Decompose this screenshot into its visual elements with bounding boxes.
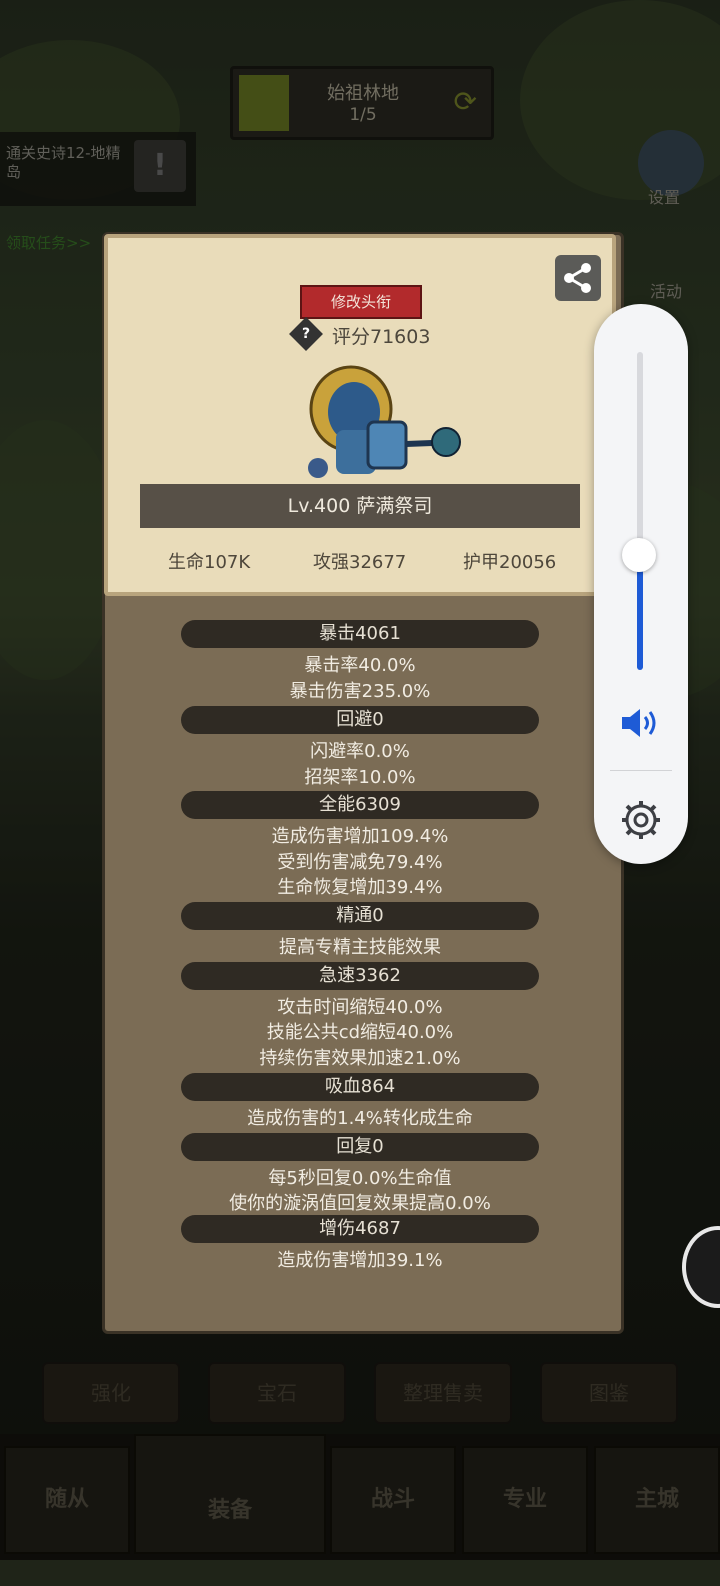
stat-hp: 生命107K: [168, 552, 251, 573]
hero-name-bar: Lv.400 萨满祭司: [140, 484, 580, 528]
sound-settings-gear-icon[interactable]: [619, 798, 663, 842]
section-versatility: 全能6309: [181, 791, 539, 819]
score-help-icon[interactable]: ?: [289, 317, 323, 351]
stat-armor: 护甲20056: [463, 552, 557, 573]
score-value: 评分71603: [332, 326, 431, 348]
healing-increase: 生命恢复增加39.4%: [277, 877, 443, 898]
stat-attack-power: 攻强32677: [313, 552, 407, 573]
section-damage-bonus: 增伤4687: [181, 1215, 539, 1243]
section-haste: 急速3362: [181, 962, 539, 990]
damage-bonus-effect: 造成伤害增加39.1%: [277, 1250, 443, 1271]
hero-portrait: [296, 364, 466, 486]
lifesteal-effect: 造成伤害的1.4%转化成生命: [247, 1108, 473, 1129]
rename-title-button[interactable]: 修改头衔: [300, 285, 422, 319]
vortex-regen: 使你的漩涡值回复效果提高0.0%: [229, 1193, 491, 1214]
mastery-effect: 提高专精主技能效果: [279, 937, 441, 958]
dodge-rate: 闪避率0.0%: [310, 741, 410, 762]
volume-panel: [594, 304, 688, 864]
regen-per-5s: 每5秒回复0.0%生命值: [268, 1168, 452, 1189]
dot-haste: 持续伤害效果加速21.0%: [259, 1048, 461, 1069]
damage-reduction: 受到伤害减免79.4%: [277, 852, 443, 873]
section-regen: 回复0: [181, 1133, 539, 1161]
speaker-icon[interactable]: [620, 706, 662, 740]
section-crit: 暴击4061: [181, 620, 539, 648]
attack-time-reduction: 攻击时间缩短40.0%: [277, 997, 443, 1018]
section-mastery: 精通0: [181, 902, 539, 930]
crit-damage: 暴击伤害235.0%: [289, 681, 431, 702]
share-icon[interactable]: [555, 255, 601, 301]
global-cd-reduction: 技能公共cd缩短40.0%: [266, 1022, 454, 1043]
volume-divider: [610, 770, 672, 771]
section-lifesteal: 吸血864: [181, 1073, 539, 1101]
section-avoidance: 回避0: [181, 706, 539, 734]
volume-slider-handle[interactable]: [622, 538, 656, 572]
volume-slider-fill: [637, 556, 643, 670]
parry-rate: 招架率10.0%: [304, 767, 416, 788]
crit-rate: 暴击率40.0%: [304, 655, 416, 676]
damage-increase: 造成伤害增加109.4%: [271, 826, 449, 847]
